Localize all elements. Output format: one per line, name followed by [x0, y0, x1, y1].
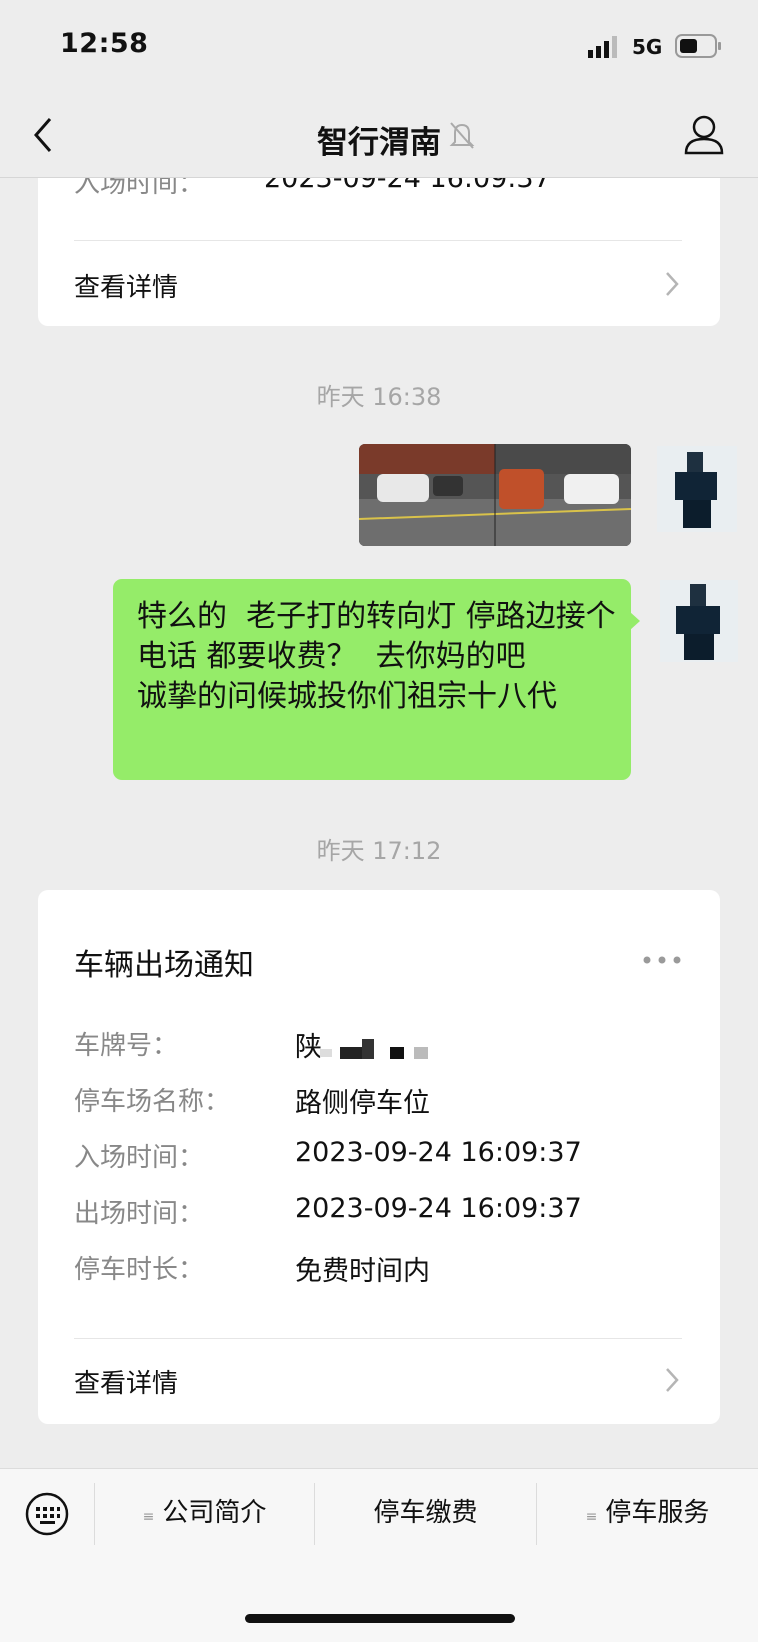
user-avatar[interactable]	[660, 580, 738, 662]
home-indicator	[245, 1614, 515, 1623]
chat-title: 智行渭南	[317, 125, 441, 161]
chat-header: 智行渭南	[0, 95, 758, 178]
previous-notice-card[interactable]: 入场时间： 2023-09-24 16:09:37 查看详情	[38, 178, 720, 326]
menu-item-label: 停车缴费	[373, 1498, 478, 1528]
duration-label: 停车时长：	[74, 1255, 205, 1285]
bubble-tail	[630, 612, 640, 630]
profile-icon[interactable]	[682, 113, 726, 157]
parking-lot-value: 路侧停车位	[295, 1088, 430, 1119]
user-message-bubble[interactable]: 特么的 老子打的转向灯 停路边接个电话 都要收费？ 去你妈的吧 诚挚的问候城投你…	[113, 579, 631, 780]
keyboard-icon[interactable]	[24, 1491, 70, 1537]
menu-parking-payment[interactable]: 停车缴费	[315, 1469, 536, 1557]
plate-label: 车牌号：	[74, 1031, 179, 1061]
battery-icon	[675, 34, 723, 58]
view-details-link[interactable]: 查看详情	[74, 1363, 178, 1400]
status-time: 12:58	[60, 28, 149, 59]
menu-parking-service[interactable]: ≡ 停车服务	[537, 1469, 758, 1557]
more-options-icon[interactable]	[642, 950, 682, 964]
parking-photo	[359, 444, 631, 546]
entry-time-label: 入场时间：	[74, 1143, 205, 1173]
view-details-link[interactable]: 查看详情	[74, 267, 178, 304]
plate-mosaic	[310, 1035, 460, 1061]
partial-label: 入场时间：	[74, 178, 205, 199]
divider	[74, 240, 682, 241]
card-title: 车辆出场通知	[74, 948, 254, 983]
divider	[74, 1338, 682, 1339]
exit-notice-card[interactable]: 车辆出场通知 车牌号： 陕 停车场名称： 路侧停车位 入场时间： 2023-09…	[38, 890, 720, 1424]
network-type: 5G	[632, 35, 663, 59]
user-avatar[interactable]	[657, 446, 737, 532]
exit-time-label: 出场时间：	[74, 1199, 205, 1229]
submenu-icon: ≡	[142, 1509, 155, 1525]
duration-value: 免费时间内	[295, 1256, 430, 1287]
partial-value: 2023-09-24 16:09:37	[264, 178, 551, 194]
exit-time-value: 2023-09-24 16:09:37	[295, 1193, 582, 1224]
menu-item-label: 停车服务	[605, 1498, 710, 1528]
image-message[interactable]	[359, 444, 631, 546]
chevron-right-icon	[664, 270, 680, 298]
menu-item-label: 公司简介	[162, 1498, 267, 1528]
entry-time-value: 2023-09-24 16:09:37	[295, 1137, 582, 1168]
time-separator: 昨天 16:38	[316, 383, 442, 411]
time-separator: 昨天 17:12	[316, 837, 442, 865]
parking-lot-label: 停车场名称：	[74, 1087, 231, 1117]
menu-company-intro[interactable]: ≡ 公司简介	[95, 1469, 314, 1557]
signal-icon	[588, 36, 622, 58]
submenu-icon: ≡	[585, 1509, 598, 1525]
mute-bell-icon	[448, 120, 476, 150]
message-text: 特么的 老子打的转向灯 停路边接个电话 都要收费？ 去你妈的吧 诚挚的问候城投你…	[137, 599, 616, 714]
chevron-right-icon	[664, 1366, 680, 1394]
